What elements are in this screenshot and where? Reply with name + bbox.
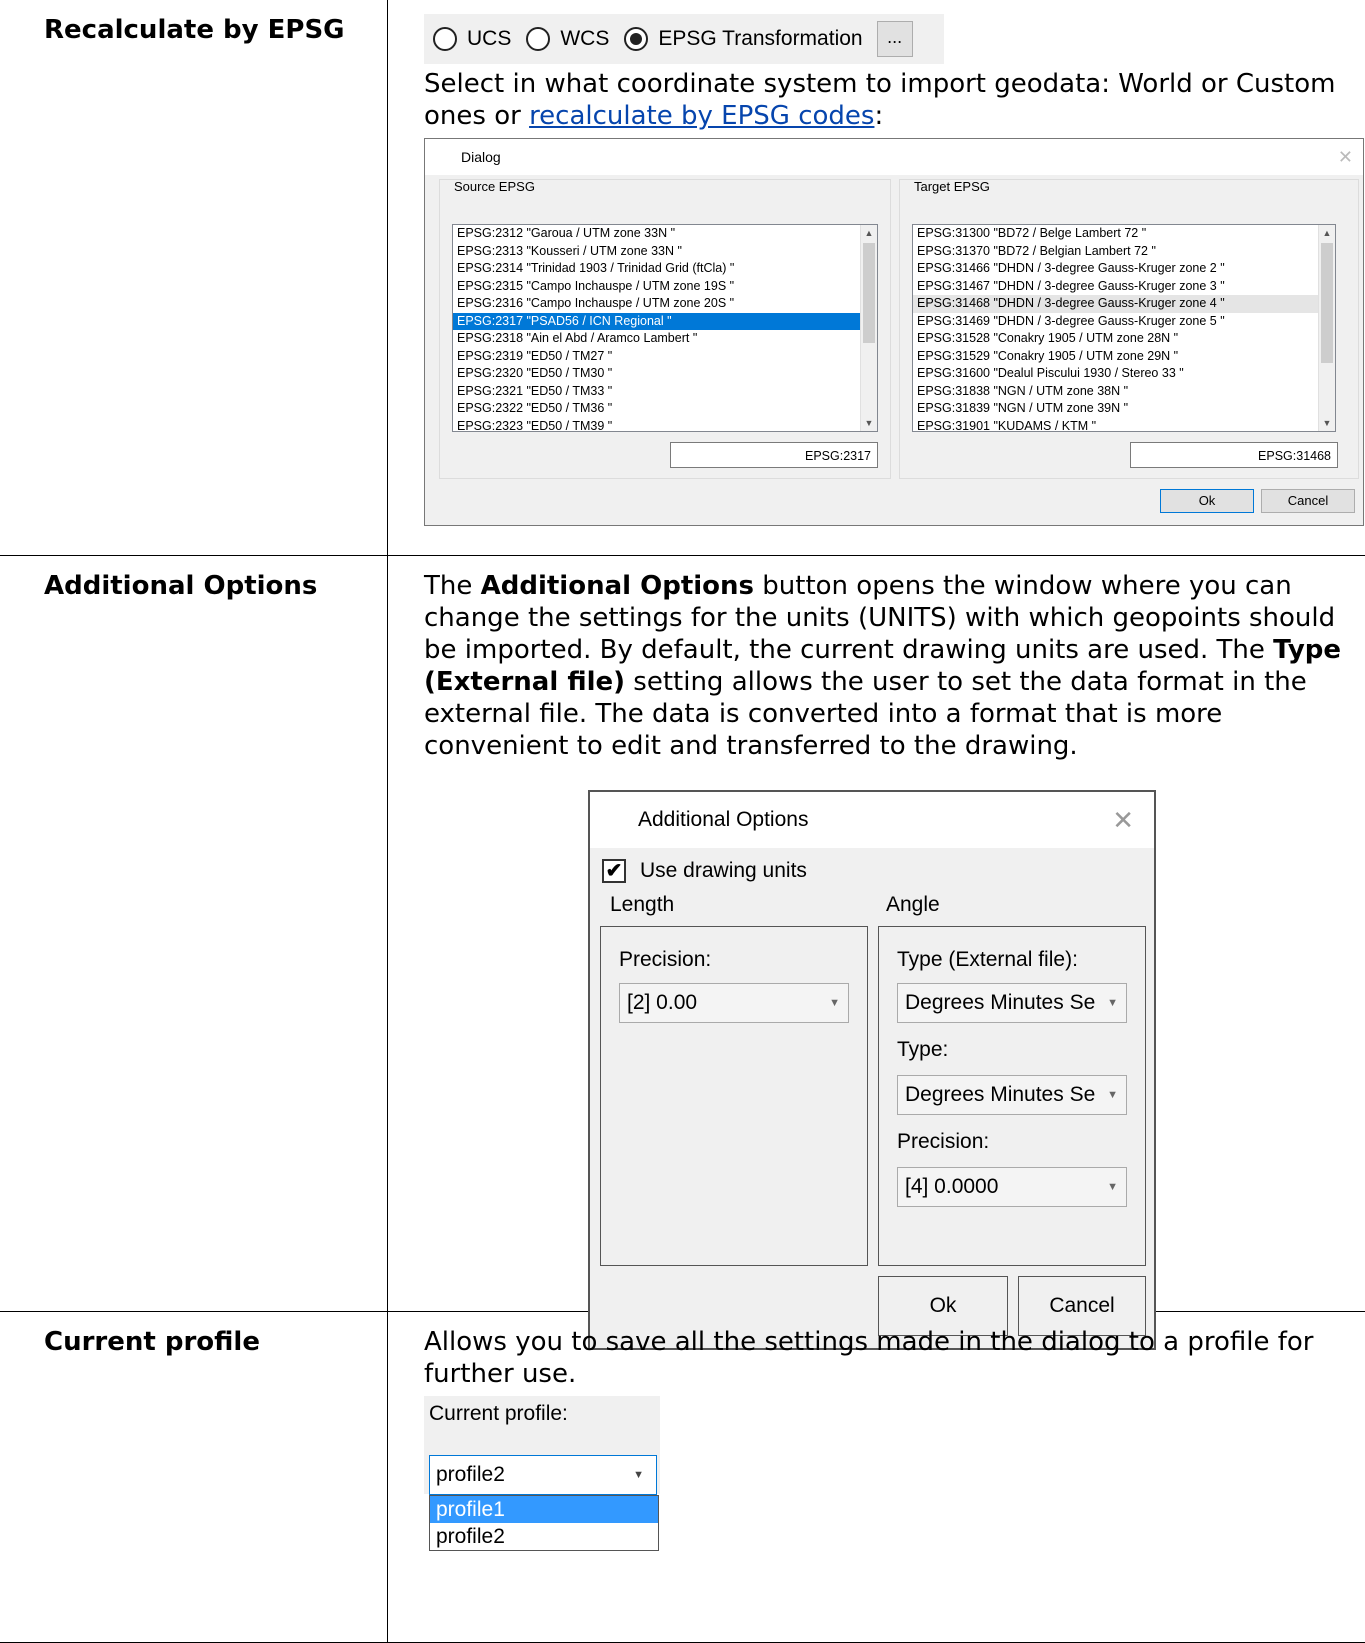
profile-option[interactable]: profile1	[430, 1496, 658, 1523]
coordinate-system-radio-bar: UCS WCS EPSG Transformation ...	[424, 14, 944, 64]
scroll-down-icon[interactable]: ▼	[1319, 415, 1335, 431]
additional-options-dialog: Additional Options ✕ ✔ Use drawing units L…	[588, 790, 1156, 1350]
angle-type-select[interactable]: Degrees Minutes Se▼	[897, 1075, 1127, 1115]
epsg-list-item[interactable]: EPSG:31300 "BD72 / Belge Lambert 72 "	[913, 225, 1335, 243]
angle-type-label: Type:	[897, 1037, 948, 1063]
additional-options-description: The Additional Options button opens the …	[424, 556, 1364, 762]
angle-label: Angle	[886, 892, 940, 918]
source-epsg-label: Source EPSG	[454, 178, 535, 195]
epsg-list-item[interactable]: EPSG:2312 "Garoua / UTM zone 33N "	[453, 225, 877, 243]
target-list-scrollbar[interactable]: ▲▼	[1318, 225, 1335, 431]
desc-current-profile: Allows you to save all the settings made…	[388, 1311, 1365, 1642]
scroll-up-icon[interactable]: ▲	[1319, 225, 1335, 241]
term-recalculate-epsg: Recalculate by EPSG	[0, 0, 388, 555]
angle-ext-type-label: Type (External file):	[897, 947, 1078, 973]
epsg-dialog: Dialog ✕ Source EPSG EPSG:2312 "Garoua / …	[424, 138, 1364, 526]
length-group: Precision: [2] 0.00▼	[600, 926, 868, 1266]
current-profile-label: Current profile:	[429, 1398, 568, 1430]
epsg-codes-link[interactable]: recalculate by EPSG codes	[529, 101, 874, 131]
epsg-more-button[interactable]: ...	[877, 21, 913, 57]
chevron-down-icon: ▼	[1107, 1168, 1118, 1206]
epsg-list-item[interactable]: EPSG:31370 "BD72 / Belgian Lambert 72 "	[913, 243, 1335, 261]
epsg-list-item[interactable]: EPSG:31838 "NGN / UTM zone 38N "	[913, 383, 1335, 401]
ok-button[interactable]: Ok	[1160, 489, 1254, 513]
use-drawing-units-label: Use drawing units	[640, 858, 807, 884]
use-drawing-units-checkbox[interactable]: ✔ Use drawing units	[602, 858, 807, 884]
chevron-down-icon: ▼	[829, 984, 840, 1022]
epsg-list-item[interactable]: EPSG:31529 "Conakry 1905 / UTM zone 29N …	[913, 348, 1335, 366]
epsg-list-item[interactable]: EPSG:31467 "DHDN / 3-degree Gauss-Kruger…	[913, 278, 1335, 296]
length-label: Length	[610, 892, 674, 918]
epsg-list-item[interactable]: EPSG:2323 "ED50 / TM39 "	[453, 418, 877, 433]
current-profile-select[interactable]: profile2▼	[429, 1455, 657, 1495]
epsg-list-item[interactable]: EPSG:2319 "ED50 / TM27 "	[453, 348, 877, 366]
angle-precision-label: Precision:	[897, 1129, 989, 1155]
source-epsg-list[interactable]: EPSG:2312 "Garoua / UTM zone 33N "EPSG:2…	[452, 224, 878, 432]
profile-dropdown-list: profile1 profile2	[429, 1495, 659, 1551]
epsg-list-item[interactable]: EPSG:2321 "ED50 / TM33 "	[453, 383, 877, 401]
epsg-list-item[interactable]: EPSG:31600 "Dealul Piscului 1930 / Stere…	[913, 365, 1335, 383]
epsg-list-item[interactable]: EPSG:31466 "DHDN / 3-degree Gauss-Kruger…	[913, 260, 1335, 278]
radio-wcs[interactable]: WCS	[526, 23, 609, 55]
angle-ext-type-select[interactable]: Degrees Minutes Se▼	[897, 983, 1127, 1023]
target-epsg-list[interactable]: EPSG:31300 "BD72 / Belge Lambert 72 "EPS…	[912, 224, 1336, 432]
angle-precision-select[interactable]: [4] 0.0000▼	[897, 1167, 1127, 1207]
scrollbar-thumb[interactable]	[863, 243, 875, 343]
desc-additional-options: The Additional Options button opens the …	[388, 555, 1365, 1311]
radio-ucs[interactable]: UCS	[433, 23, 511, 55]
term-current-profile: Current profile	[0, 1311, 388, 1642]
close-icon[interactable]: ✕	[1338, 139, 1353, 175]
desc-recalculate-epsg: UCS WCS EPSG Transformation ... Select i…	[388, 0, 1365, 555]
term-additional-options: Additional Options	[0, 555, 388, 1311]
target-epsg-group: Target EPSG EPSG:31300 "BD72 / Belge Lam…	[899, 179, 1359, 479]
cancel-button[interactable]: Cancel	[1261, 489, 1355, 513]
epsg-list-item[interactable]: EPSG:2320 "ED50 / TM30 "	[453, 365, 877, 383]
profile-option[interactable]: profile2	[430, 1523, 658, 1550]
radio-epsg-circle[interactable]	[624, 27, 648, 51]
epsg-list-item[interactable]: EPSG:2314 "Trinidad 1903 / Trinidad Grid…	[453, 260, 877, 278]
epsg-dialog-titlebar: Dialog ✕	[425, 139, 1363, 175]
epsg-list-item[interactable]: EPSG:2317 "PSAD56 / ICN Regional "	[453, 313, 877, 331]
angle-group: Type (External file): Degrees Minutes Se…	[878, 926, 1146, 1266]
source-list-scrollbar[interactable]: ▲▼	[860, 225, 877, 431]
epsg-dialog-title: Dialog	[461, 149, 501, 165]
epsg-list-item[interactable]: EPSG:31901 "KUDAMS / KTM "	[913, 418, 1335, 433]
epsg-description: Select in what coordinate system to impo…	[424, 68, 1364, 132]
ao-dialog-title: Additional Options	[638, 808, 808, 831]
source-epsg-code-field[interactable]: EPSG:2317	[670, 442, 878, 468]
epsg-list-item[interactable]: EPSG:2322 "ED50 / TM36 "	[453, 400, 877, 418]
length-precision-select[interactable]: [2] 0.00▼	[619, 983, 849, 1023]
radio-wcs-label: WCS	[560, 23, 609, 55]
scrollbar-thumb[interactable]	[1321, 243, 1333, 363]
radio-ucs-label: UCS	[467, 23, 511, 55]
epsg-list-item[interactable]: EPSG:31469 "DHDN / 3-degree Gauss-Kruger…	[913, 313, 1335, 331]
radio-ucs-circle[interactable]	[433, 27, 457, 51]
source-epsg-group: Source EPSG EPSG:2312 "Garoua / UTM zone…	[439, 179, 891, 479]
target-epsg-code-field[interactable]: EPSG:31468	[1130, 442, 1338, 468]
chevron-down-icon: ▼	[1107, 1076, 1118, 1114]
scroll-up-icon[interactable]: ▲	[861, 225, 877, 241]
chevron-down-icon: ▼	[633, 1456, 644, 1494]
chevron-down-icon: ▼	[1107, 984, 1118, 1022]
checkmark-icon[interactable]: ✔	[602, 859, 626, 883]
epsg-list-item[interactable]: EPSG:2313 "Kousseri / UTM zone 33N "	[453, 243, 877, 261]
epsg-list-item[interactable]: EPSG:31839 "NGN / UTM zone 39N "	[913, 400, 1335, 418]
target-epsg-label: Target EPSG	[914, 178, 990, 195]
radio-wcs-circle[interactable]	[526, 27, 550, 51]
radio-epsg-label: EPSG Transformation	[658, 23, 862, 55]
close-icon[interactable]: ✕	[1112, 792, 1134, 848]
ao-dialog-titlebar: Additional Options ✕	[590, 792, 1154, 848]
length-precision-label: Precision:	[619, 947, 711, 973]
radio-epsg[interactable]: EPSG Transformation	[624, 23, 862, 55]
epsg-list-item[interactable]: EPSG:31468 "DHDN / 3-degree Gauss-Kruger…	[913, 295, 1335, 313]
epsg-list-item[interactable]: EPSG:2316 "Campo Inchauspe / UTM zone 20…	[453, 295, 877, 313]
epsg-list-item[interactable]: EPSG:2318 "Ain el Abd / Aramco Lambert "	[453, 330, 877, 348]
current-profile-widget: Current profile: profile2▼ profile1 prof…	[424, 1396, 660, 1576]
epsg-list-item[interactable]: EPSG:2315 "Campo Inchauspe / UTM zone 19…	[453, 278, 877, 296]
scroll-down-icon[interactable]: ▼	[861, 415, 877, 431]
current-profile-description: Allows you to save all the settings made…	[424, 1312, 1364, 1390]
epsg-list-item[interactable]: EPSG:31528 "Conakry 1905 / UTM zone 28N …	[913, 330, 1335, 348]
